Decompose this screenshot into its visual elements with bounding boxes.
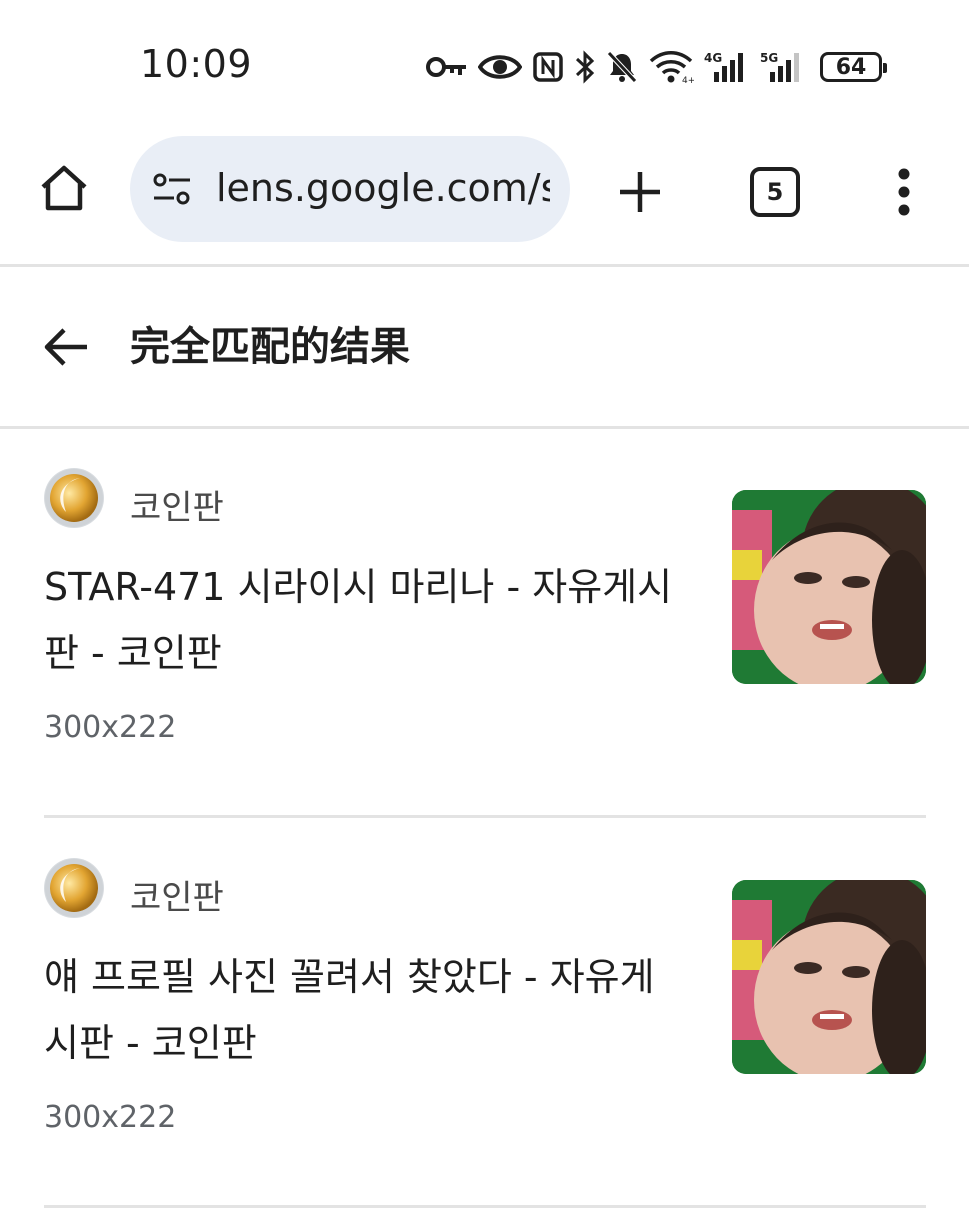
back-button[interactable] bbox=[38, 322, 94, 372]
status-bar: 10:09 4+ 4G 5G 64 bbox=[0, 0, 969, 130]
browser-toolbar: lens.google.com/s 5 bbox=[0, 130, 969, 266]
url-text[interactable]: lens.google.com/s bbox=[216, 166, 550, 210]
more-vert-icon bbox=[898, 168, 910, 216]
network-label-5g: 5G bbox=[760, 51, 778, 65]
toolbar-divider bbox=[0, 264, 969, 267]
site-name: 코인판 bbox=[130, 488, 224, 528]
site-favicon bbox=[44, 468, 104, 528]
result-thumbnail[interactable] bbox=[732, 490, 926, 684]
more-menu-button[interactable] bbox=[884, 160, 924, 224]
eye-icon bbox=[478, 52, 522, 82]
image-dimensions: 300x222 bbox=[44, 1100, 177, 1135]
status-icons: 4+ 4G 5G 64 bbox=[426, 44, 887, 90]
battery-indicator: 64 bbox=[820, 52, 887, 82]
home-icon bbox=[41, 165, 87, 211]
result-title[interactable]: STAR-471 시라이시 마리나 - 자유게시판 - 코인판 bbox=[44, 554, 684, 686]
result-title[interactable]: 얘 프로필 사진 꼴려서 찾았다 - 자유게시판 - 코인판 bbox=[44, 944, 684, 1076]
result-thumbnail[interactable] bbox=[732, 880, 926, 1074]
bluetooth-icon bbox=[574, 50, 596, 84]
new-tab-button[interactable] bbox=[614, 166, 666, 218]
home-button[interactable] bbox=[36, 160, 92, 216]
site-settings-icon[interactable] bbox=[152, 172, 192, 208]
tab-switcher-button[interactable]: 5 bbox=[750, 167, 800, 217]
wifi-icon: 4+ bbox=[648, 50, 694, 84]
result-item[interactable]: 코인판 얘 프로필 사진 꼴려서 찾았다 - 자유게시판 - 코인판 300x2… bbox=[0, 818, 969, 1208]
key-icon bbox=[426, 54, 468, 80]
image-dimensions: 300x222 bbox=[44, 710, 177, 745]
network-label-4g: 4G bbox=[704, 51, 722, 65]
site-favicon bbox=[44, 858, 104, 918]
arrow-left-icon bbox=[44, 328, 87, 366]
status-time: 10:09 bbox=[140, 42, 253, 86]
site-name: 코인판 bbox=[130, 878, 224, 918]
page-title: 完全匹配的结果 bbox=[130, 324, 410, 370]
signal-4g-icon: 4G bbox=[704, 50, 750, 84]
page-header: 完全匹配的结果 bbox=[0, 268, 969, 426]
nfc-icon bbox=[532, 51, 564, 83]
signal-5g-icon: 5G bbox=[760, 50, 806, 84]
bell-off-icon bbox=[606, 50, 638, 84]
result-item[interactable]: 코인판 STAR-471 시라이시 마리나 - 자유게시판 - 코인판 300x… bbox=[0, 428, 969, 818]
address-bar[interactable]: lens.google.com/s bbox=[130, 136, 570, 242]
plus-icon bbox=[620, 172, 660, 212]
svg-text:4+: 4+ bbox=[682, 76, 694, 84]
